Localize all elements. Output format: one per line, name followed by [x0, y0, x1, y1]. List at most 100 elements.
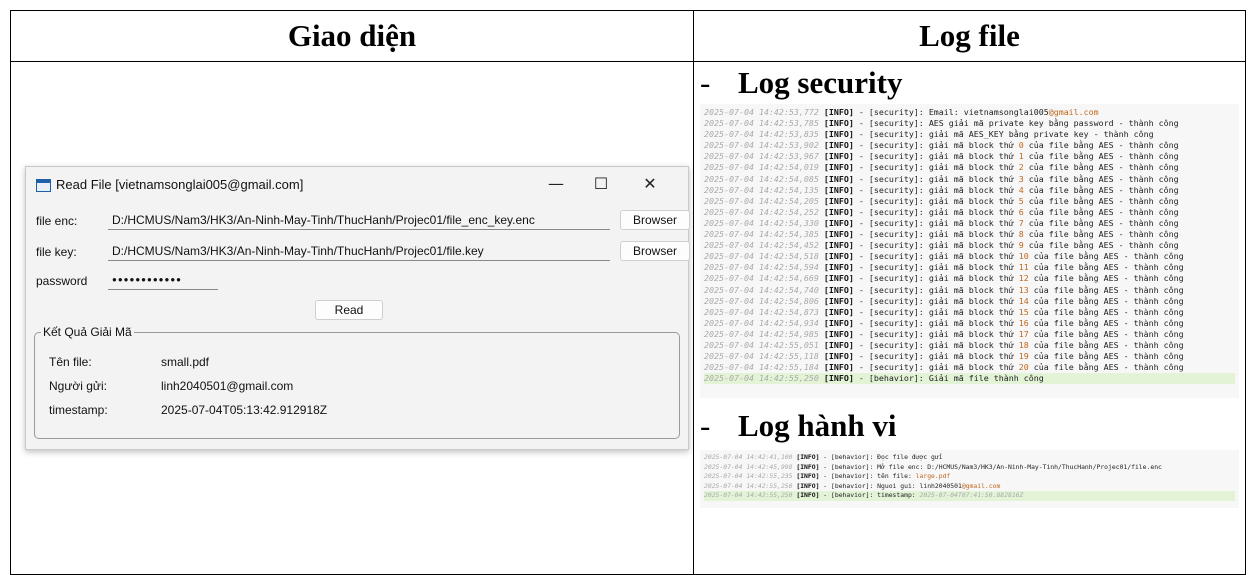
- log-timestamp: 2025-07-04 14:42:54,330: [704, 217, 819, 228]
- log-highlight-text: @gmail.com: [961, 481, 1001, 490]
- result-sender-label: Người gửi:: [49, 379, 107, 393]
- log-line: 2025-07-04 14:42:54,019 [INFO] - [securi…: [704, 162, 1235, 173]
- log-source: - [security]:: [853, 173, 929, 184]
- close-icon[interactable]: ✕: [630, 171, 670, 197]
- log-level: [INFO]: [823, 151, 854, 162]
- result-filename-label: Tên file:: [49, 355, 92, 369]
- log-level: [INFO]: [823, 129, 854, 140]
- log-source: - [security]:: [853, 317, 929, 328]
- log-line: 2025-07-04 14:42:53,835 [INFO] - [securi…: [704, 129, 1235, 140]
- log-timestamp: 2025-07-04 14:42:55,250: [704, 373, 819, 384]
- log-source: - [security]:: [853, 351, 929, 362]
- log-source: - [behavior]:: [819, 481, 878, 490]
- log-level: [INFO]: [823, 184, 854, 195]
- header-giao-dien: Giao diện: [10, 10, 694, 62]
- log-level: [INFO]: [823, 251, 854, 262]
- log-block-number: 14: [1018, 295, 1029, 306]
- log-message: giải mã block thứ: [928, 151, 1019, 162]
- log-line: 2025-07-04 14:42:54,135 [INFO] - [securi…: [704, 185, 1235, 196]
- log-level: [INFO]: [823, 173, 854, 184]
- password-label: password: [36, 274, 88, 288]
- log-block-number: 16: [1018, 317, 1029, 328]
- log-message: của file bằng AES - thành công: [1028, 262, 1184, 273]
- window-title: Read File [vietnamsonglai005@gmail.com]: [56, 177, 304, 192]
- log-line: 2025-07-04 14:42:54,205 [INFO] - [securi…: [704, 196, 1235, 207]
- log-message: của file bằng AES - thành công: [1028, 284, 1184, 295]
- log-timestamp: 2025-07-04 14:42:54,452: [704, 240, 819, 251]
- log-line: 2025-07-04 14:42:55,250 [INFO] - [behavi…: [704, 482, 1235, 492]
- minimize-icon[interactable]: —: [536, 171, 576, 197]
- log-line: 2025-07-04 14:42:53,785 [INFO] - [securi…: [704, 118, 1235, 129]
- log-message: giải mã block thứ: [928, 206, 1019, 217]
- log-message: giải mã block thứ: [928, 195, 1019, 206]
- log-behavior-dash: -: [700, 408, 711, 443]
- log-line: 2025-07-04 14:42:54,873 [INFO] - [securi…: [704, 307, 1235, 318]
- log-timestamp: 2025-07-04 14:42:55,250: [704, 491, 793, 500]
- log-source: - [security]:: [853, 306, 929, 317]
- log-message: của file bằng AES - thành công: [1028, 317, 1184, 328]
- log-message: giải mã block thứ: [928, 229, 1019, 240]
- document-page: Giao diện Log file Read File [vietnamson…: [0, 0, 1255, 575]
- log-level: [INFO]: [823, 328, 854, 339]
- log-timestamp: 2025-07-04 14:42:54,135: [704, 184, 819, 195]
- log-level: [INFO]: [823, 206, 854, 217]
- file-key-browse-button[interactable]: Browser: [620, 241, 690, 261]
- maximize-icon[interactable]: ☐: [581, 171, 621, 197]
- log-source: - [security]:: [853, 295, 929, 306]
- log-timestamp: 2025-07-04 14:42:54,019: [704, 162, 819, 173]
- file-key-label: file key:: [36, 245, 77, 259]
- log-source: - [security]:: [853, 284, 929, 295]
- log-level: [INFO]: [823, 217, 854, 228]
- log-line: 2025-07-04 14:42:54,985 [INFO] - [securi…: [704, 329, 1235, 340]
- log-source: - [security]:: [853, 240, 929, 251]
- file-key-input[interactable]: D:/HCMUS/Nam3/HK3/An-Ninh-May-Tinh/ThucH…: [108, 241, 610, 261]
- log-level: [INFO]: [823, 262, 854, 273]
- log-source: - [security]:: [853, 339, 929, 350]
- result-sender-value: linh2040501@gmail.com: [161, 379, 294, 393]
- log-source: - [behavior]:: [819, 472, 878, 481]
- read-file-window: Read File [vietnamsonglai005@gmail.com] …: [25, 166, 690, 450]
- log-source: - [security]:: [853, 273, 929, 284]
- log-message: của file bằng AES - thành công: [1023, 240, 1179, 251]
- result-groupbox: Kết Quả Giải Mã Tên file: small.pdf Ngườ…: [34, 325, 680, 439]
- log-level: [INFO]: [823, 373, 854, 384]
- log-line: 2025-07-04 14:42:54,385 [INFO] - [securi…: [704, 229, 1235, 240]
- result-filename-value: small.pdf: [161, 355, 210, 369]
- log-timestamp-value: 2025-07-04T07:41:50.882816Z: [919, 491, 1024, 500]
- log-message: giải mã block thứ: [928, 140, 1019, 151]
- log-message: của file bằng AES - thành công: [1028, 339, 1184, 350]
- log-source: - [security]:: [853, 217, 929, 228]
- log-block-number: 10: [1018, 251, 1029, 262]
- log-timestamp: 2025-07-04 14:42:53,772: [704, 107, 819, 117]
- log-block-number: 11: [1018, 262, 1029, 273]
- read-button[interactable]: Read: [315, 300, 383, 320]
- log-timestamp: 2025-07-04 14:42:54,806: [704, 295, 819, 306]
- log-message: giải mã block thứ: [928, 351, 1019, 362]
- log-message: giải mã block thứ: [928, 317, 1019, 328]
- file-enc-input[interactable]: D:/HCMUS/Nam3/HK3/An-Ninh-May-Tinh/ThucH…: [108, 210, 610, 230]
- file-enc-browse-button[interactable]: Browser: [620, 210, 690, 230]
- result-timestamp-value: 2025-07-04T05:13:42.912918Z: [161, 403, 328, 417]
- log-behavior-title: Log hành vi: [738, 408, 897, 443]
- password-input[interactable]: ●●●●●●●●●●●●: [108, 270, 218, 290]
- log-line: 2025-07-04 14:42:55,051 [INFO] - [securi…: [704, 340, 1235, 351]
- log-message: Email: vietnamsonglai005: [928, 107, 1049, 117]
- log-timestamp: 2025-07-04 14:42:54,985: [704, 328, 819, 339]
- log-level: [INFO]: [823, 284, 854, 295]
- log-message: của file bằng AES - thành công: [1028, 362, 1184, 373]
- log-source: - [behavior]:: [819, 462, 878, 471]
- log-message: timestamp:: [877, 491, 920, 500]
- log-line: 2025-07-04 14:42:54,594 [INFO] - [securi…: [704, 262, 1235, 273]
- log-timestamp: 2025-07-04 14:42:54,252: [704, 206, 819, 217]
- log-level: [INFO]: [796, 453, 820, 461]
- log-security-dash: -: [700, 65, 711, 100]
- log-line: 2025-07-04 14:42:54,085 [INFO] - [securi…: [704, 174, 1235, 185]
- log-level: [INFO]: [796, 491, 820, 500]
- cell-log-file: - Log security 2025-07-04 14:42:53,772 [I…: [693, 61, 1246, 575]
- log-timestamp: 2025-07-04 14:42:41,100: [704, 453, 793, 461]
- log-line: 2025-07-04 14:42:53,772 [INFO] - [securi…: [704, 107, 1235, 118]
- result-timestamp-label: timestamp:: [49, 403, 108, 417]
- log-level: [INFO]: [823, 195, 854, 206]
- log-message: của file bằng AES - thành công: [1023, 173, 1179, 184]
- log-source: - [security]:: [853, 206, 929, 217]
